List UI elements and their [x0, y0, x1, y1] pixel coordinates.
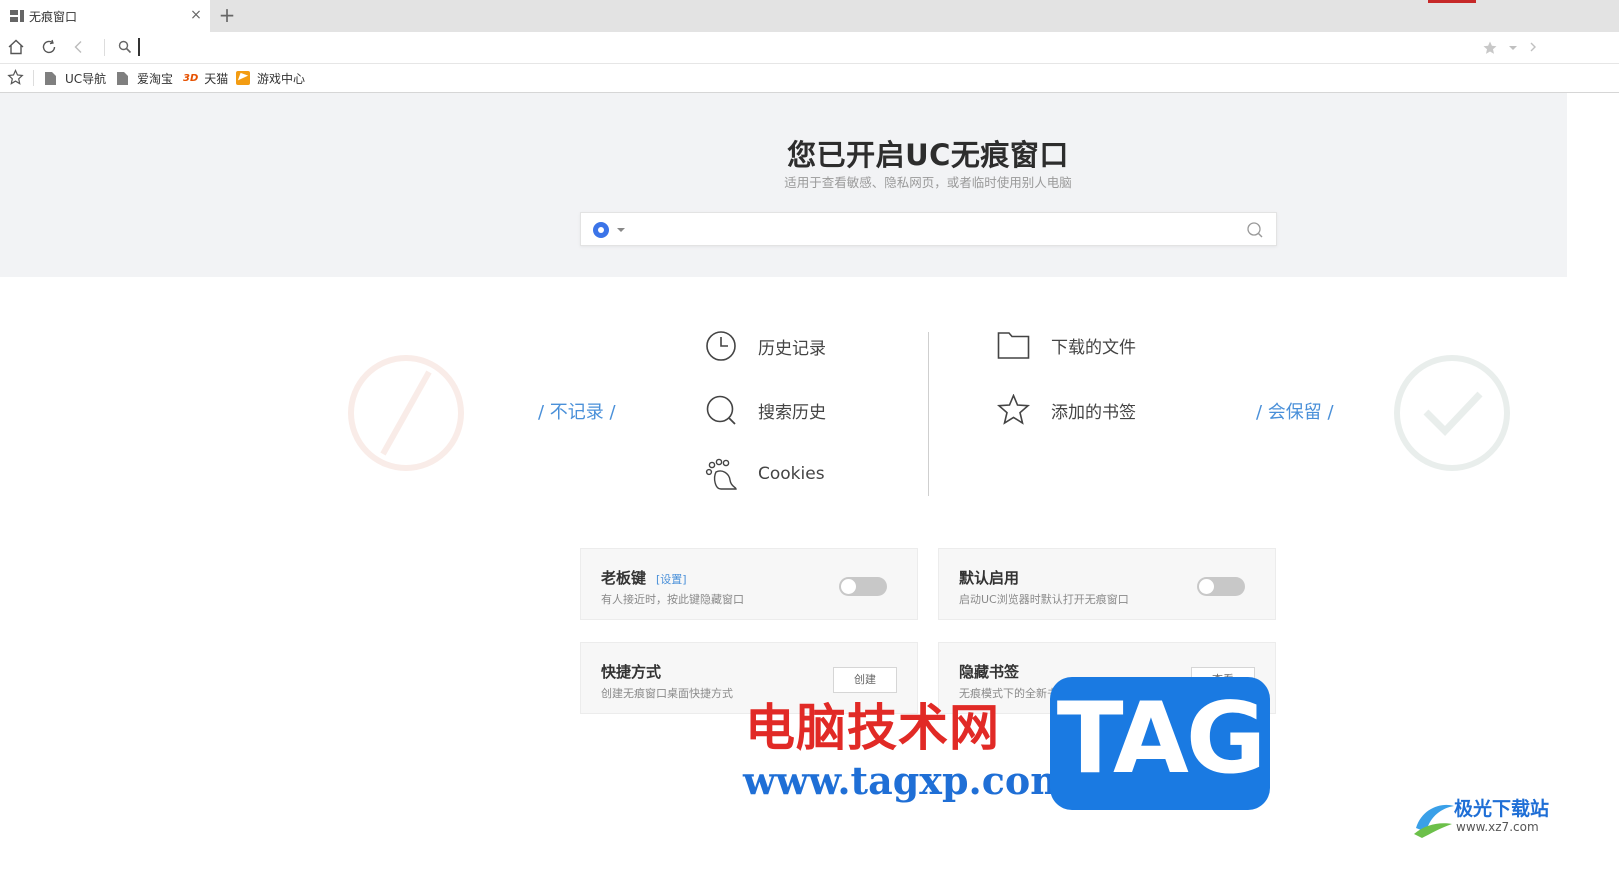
- kept-label: / 会保留 /: [1256, 402, 1334, 423]
- tab-title: 无痕窗口: [29, 9, 78, 24]
- close-tab-icon[interactable]: ×: [188, 7, 204, 23]
- watermark-tag-logo: TAG: [1050, 677, 1270, 810]
- boss-key-toggle[interactable]: [839, 577, 887, 596]
- tab-strip: 无痕窗口 × +: [0, 0, 1619, 32]
- text-cursor: [138, 38, 140, 56]
- feature-divider: [928, 332, 929, 496]
- bookmarks-bar: UC导航 爱淘宝 3D 天猫 游戏中心: [0, 64, 1619, 93]
- boss-key-settings-link[interactable]: [设置]: [656, 573, 687, 586]
- address-search-icon: [118, 40, 132, 54]
- watermark-tag-text: TAG: [1056, 682, 1267, 796]
- window-close-edge[interactable]: [1428, 0, 1476, 3]
- kept-check-circle-icon: [1394, 355, 1510, 471]
- doc-icon: [117, 71, 128, 85]
- feature-history: 历史记录: [705, 330, 826, 362]
- default-on-toggle[interactable]: [1197, 577, 1245, 596]
- toolbar-divider: [104, 39, 105, 56]
- bookmarks-divider: [33, 70, 34, 86]
- bookmark-uc-nav[interactable]: UC导航: [45, 70, 106, 86]
- back-button[interactable]: [68, 36, 90, 58]
- bookmark-label: UC导航: [65, 71, 107, 86]
- scrollbar-track[interactable]: [1567, 93, 1619, 871]
- default-on-card: 默认启用 启动UC浏览器时默认打开无痕窗口: [938, 548, 1276, 620]
- watermark-jiguang-name: 极光下载站: [1454, 798, 1550, 820]
- page-title: 您已开启UC无痕窗口: [787, 138, 1069, 172]
- feature-label: 下载的文件: [1051, 337, 1136, 358]
- star-icon: [997, 394, 1030, 425]
- feature-cookies: Cookies: [705, 458, 825, 490]
- feature-downloads: 下载的文件: [997, 330, 1136, 360]
- bookmark-aitaobao[interactable]: 爱淘宝: [117, 70, 173, 86]
- forward-chevron-icon[interactable]: [1529, 42, 1537, 52]
- feature-label: 添加的书签: [1051, 402, 1136, 423]
- new-tab-button[interactable]: +: [216, 3, 238, 27]
- toolbar: [0, 32, 1619, 64]
- card-title: 老板键 [设置]: [601, 569, 687, 587]
- card-desc: 有人接近时，按此键隐藏窗口: [601, 593, 744, 606]
- search-icon[interactable]: [1246, 221, 1264, 239]
- search-history-icon: [706, 395, 736, 425]
- boss-key-card: 老板键 [设置] 有人接近时，按此键隐藏窗口: [580, 548, 918, 620]
- card-title: 快捷方式: [601, 663, 662, 681]
- bookmark-game-center[interactable]: 游戏中心: [236, 70, 305, 86]
- bookmark-label: 爱淘宝: [137, 71, 174, 86]
- card-desc: 启动UC浏览器时默认打开无痕窗口: [959, 593, 1129, 606]
- hero-search-box: [580, 212, 1277, 246]
- address-bar-input[interactable]: [136, 36, 1456, 58]
- feature-label: 历史记录: [758, 338, 826, 359]
- watermark-jiguang: 极光下载站 www.xz7.com: [1412, 792, 1572, 842]
- watermark-site-name: 电脑技术网: [745, 699, 1000, 757]
- clock-icon: [706, 331, 736, 361]
- not-recorded-label: / 不记录 /: [538, 402, 616, 423]
- dropdown-caret-icon[interactable]: [1508, 45, 1518, 51]
- bookmark-star-icon[interactable]: [1482, 40, 1498, 56]
- watermark-site-url: www.tagxp.com: [743, 758, 1071, 803]
- footprint-icon: [705, 458, 737, 490]
- tmall-icon: 3D: [183, 72, 199, 84]
- page-subtitle: 适用于查看敏感、隐私网页，或者临时使用别人电脑: [784, 175, 1072, 190]
- feature-label: 搜索历史: [758, 402, 826, 423]
- game-center-icon: [236, 71, 250, 85]
- engine-dropdown-icon[interactable]: [617, 228, 625, 232]
- folder-icon: [997, 332, 1030, 359]
- home-icon: [8, 39, 24, 55]
- back-arrow-icon: [74, 41, 82, 53]
- incognito-window-icon: [10, 9, 24, 23]
- tab-incognito[interactable]: 无痕窗口 ×: [0, 0, 210, 32]
- card-title: 隐藏书签: [959, 663, 1020, 681]
- bookmark-tmall[interactable]: 3D 天猫: [183, 70, 228, 86]
- no-record-circle-icon: [348, 355, 464, 471]
- card-desc: 创建无痕窗口桌面快捷方式: [601, 687, 733, 700]
- bookmark-label: 天猫: [204, 71, 229, 86]
- baidu-paw-icon[interactable]: [593, 222, 609, 238]
- refresh-icon: [42, 39, 56, 54]
- bookmarks-star-icon[interactable]: [7, 69, 24, 86]
- feature-bookmarks: 添加的书签: [997, 394, 1136, 426]
- feature-label: Cookies: [758, 464, 825, 484]
- home-button[interactable]: [5, 36, 27, 58]
- jiguang-logo-icon: [1414, 804, 1454, 838]
- hero-search-input[interactable]: [635, 218, 1229, 242]
- card-title: 默认启用: [959, 569, 1020, 587]
- feature-search-history: 搜索历史: [705, 394, 826, 426]
- watermark-jiguang-url: www.xz7.com: [1456, 820, 1539, 834]
- doc-icon: [45, 71, 56, 85]
- refresh-button[interactable]: [38, 36, 60, 58]
- bookmark-label: 游戏中心: [257, 71, 306, 86]
